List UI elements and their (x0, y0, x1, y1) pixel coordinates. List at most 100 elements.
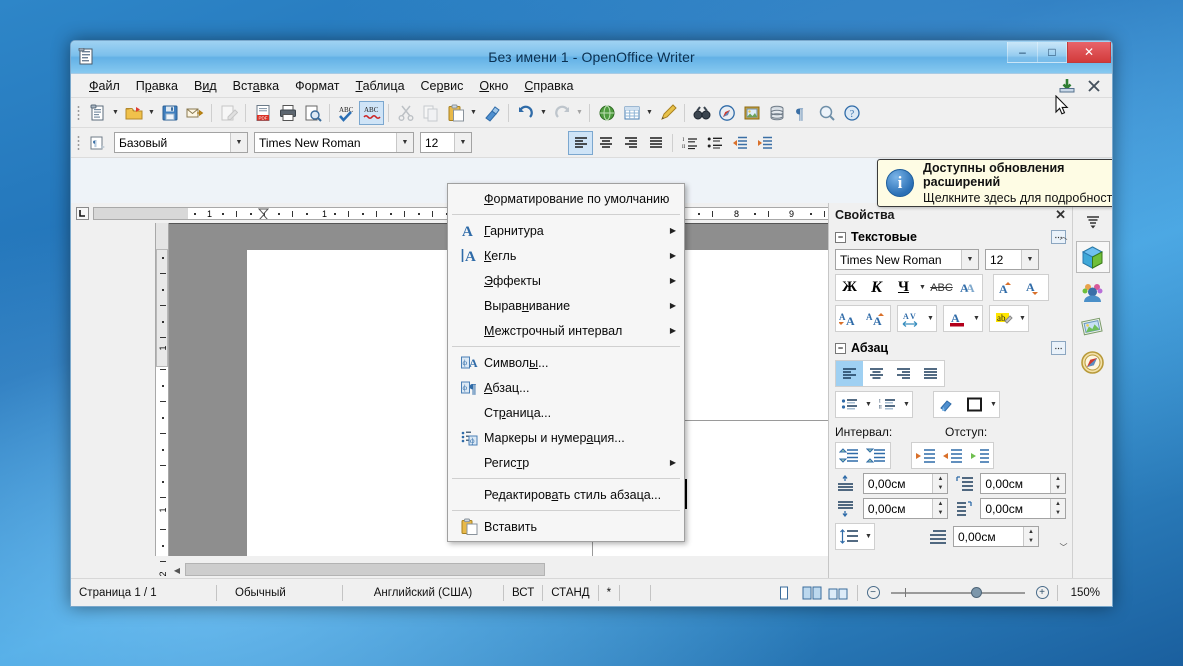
context-menu-item-paragraph[interactable]: ф ¶ Абзац... (448, 375, 684, 400)
edit-file-icon[interactable] (216, 101, 241, 125)
sidebar-section-character-header[interactable]: − Текстовые ⋯ (829, 227, 1072, 247)
spinner-buttons[interactable]: ▲ ▼ (1023, 527, 1038, 546)
book-view-icon[interactable] (825, 584, 851, 602)
first-line-indent-spinner[interactable]: 0,00см ▲ ▼ (953, 526, 1039, 547)
increase-indent-icon[interactable] (912, 443, 939, 468)
insert-table-icon[interactable] (619, 101, 644, 125)
menu-tools[interactable]: Сервис (413, 76, 472, 96)
align-right-icon[interactable] (618, 131, 643, 155)
menu-table[interactable]: Таблица (348, 76, 413, 96)
redo-dropdown-icon[interactable]: ▼ (574, 101, 585, 125)
menu-window[interactable]: Окно (471, 76, 516, 96)
decrease-indent-icon[interactable] (727, 131, 752, 155)
ordered-list-dropdown-icon[interactable]: ▼ (901, 392, 912, 417)
update-download-icon[interactable] (1054, 74, 1079, 98)
properties-deck-icon[interactable] (1075, 241, 1110, 273)
indent-marker[interactable] (258, 208, 269, 219)
status-language[interactable]: Английский (США) (343, 584, 503, 602)
context-menu-item-paste[interactable]: Вставить (448, 514, 684, 539)
paragraph-border-icon[interactable] (961, 392, 988, 417)
apply-style-icon[interactable]: ¶ (85, 131, 110, 155)
font-color-dropdown-icon[interactable]: ▼ (971, 306, 982, 331)
new-document-icon[interactable] (85, 101, 110, 125)
decrease-paragraph-spacing-icon[interactable] (863, 443, 890, 468)
highlighting-color-icon[interactable]: ab (990, 306, 1017, 331)
context-menu-item-effects[interactable]: Эффекты ▶ (448, 268, 684, 293)
zoom-slider-thumb[interactable] (970, 587, 982, 598)
email-document-icon[interactable] (182, 101, 207, 125)
indent-before-text-spinner[interactable]: 0,00см ▲ ▼ (980, 473, 1066, 494)
undo-dropdown-icon[interactable]: ▼ (538, 101, 549, 125)
print-icon[interactable] (275, 101, 300, 125)
export-pdf-icon[interactable]: PDF (250, 101, 275, 125)
zoom-in-icon[interactable]: + (1033, 584, 1052, 602)
single-page-view-icon[interactable] (769, 584, 799, 602)
line-spacing-icon[interactable] (836, 524, 863, 549)
sidebar-font-name-combobox[interactable]: Times New Roman ▼ (835, 249, 979, 270)
spacing-below-spinner[interactable]: 0,00см ▲ ▼ (862, 498, 949, 519)
underline-icon[interactable]: Ч (890, 275, 917, 300)
spinner-down-icon[interactable]: ▼ (1024, 536, 1038, 546)
unordered-list-icon[interactable] (702, 131, 727, 155)
subscript-icon[interactable]: A (1021, 275, 1048, 300)
menu-help[interactable]: Справка (516, 76, 581, 96)
spinner-down-icon[interactable]: ▼ (933, 508, 948, 518)
minimize-button[interactable]: – (1007, 42, 1037, 63)
menu-insert[interactable]: Вставка (225, 76, 287, 96)
align-left-icon[interactable] (568, 130, 593, 155)
multi-page-view-icon[interactable] (799, 584, 825, 602)
context-menu-item-case[interactable]: Регистр ▶ (448, 450, 684, 475)
highlighting-color-dropdown-icon[interactable]: ▼ (1017, 306, 1028, 331)
align-right-icon[interactable] (890, 361, 917, 386)
menu-file[interactable]: Файл (81, 76, 128, 96)
strikethrough-icon[interactable]: ABC (928, 275, 955, 300)
open-folder-dropdown-icon[interactable]: ▼ (146, 101, 157, 125)
close-document-icon[interactable] (1081, 74, 1106, 98)
scroll-left-icon[interactable]: ◀ (169, 562, 185, 578)
horizontal-scroll-thumb[interactable] (185, 563, 545, 576)
align-left-icon[interactable] (836, 361, 863, 386)
context-menu-item-default-formatting[interactable]: Форматирование по умолчанию (448, 186, 684, 211)
shadow-icon[interactable]: AA (955, 275, 982, 300)
ordered-list-icon[interactable]: I II (677, 131, 702, 155)
copy-icon[interactable] (418, 101, 443, 125)
collapse-icon[interactable]: − (835, 342, 846, 354)
redo-icon[interactable] (549, 101, 574, 125)
data-sources-icon[interactable] (764, 101, 789, 125)
zoom-slider[interactable] (883, 586, 1033, 600)
close-icon[interactable]: ✕ (1055, 207, 1066, 223)
help-icon[interactable]: ? (839, 101, 864, 125)
context-menu-item-font-name[interactable]: A Гарнитура ▶ (448, 218, 684, 243)
gallery-icon[interactable] (739, 101, 764, 125)
increase-paragraph-spacing-icon[interactable] (836, 443, 863, 468)
chevron-up-icon[interactable]: ︿ (1057, 229, 1070, 243)
hanging-indent-icon[interactable] (966, 443, 993, 468)
chevron-down-icon[interactable]: ▼ (230, 133, 247, 152)
chevron-down-icon[interactable]: ▼ (396, 133, 413, 152)
paragraph-style-combobox[interactable]: Базовый ▼ (114, 132, 248, 153)
clone-formatting-icon[interactable] (479, 101, 504, 125)
status-insert-mode[interactable]: ВСТ (504, 584, 542, 602)
superscript-icon[interactable]: A (994, 275, 1021, 300)
status-page-style[interactable]: Обычный (217, 584, 342, 602)
decrease-font-size-icon[interactable]: AA (863, 306, 890, 331)
context-menu-item-character[interactable]: фA Символы... (448, 350, 684, 375)
sidebar-font-size-combobox[interactable]: 12 ▼ (985, 249, 1039, 270)
context-menu-item-alignment[interactable]: Выравнивание ▶ (448, 293, 684, 318)
autospellcheck-icon[interactable]: ABC (359, 100, 384, 125)
decrease-indent-icon[interactable] (939, 443, 966, 468)
indent-after-text-spinner[interactable]: 0,00см ▲ ▼ (980, 498, 1066, 519)
spinner-up-icon[interactable]: ▲ (1024, 527, 1038, 537)
formatting-marks-icon[interactable]: ¶ (789, 101, 814, 125)
sidebar-settings-icon[interactable] (1076, 206, 1110, 238)
context-menu-item-edit-paragraph-style[interactable]: Редактировать стиль абзаца... (448, 482, 684, 507)
increase-font-size-icon[interactable]: AA (836, 306, 863, 331)
align-justified-icon[interactable] (643, 131, 668, 155)
bold-icon[interactable]: Ж (836, 275, 863, 300)
sidebar-scrollbar[interactable]: ︿ ﹀ (1057, 229, 1070, 554)
status-selection-mode[interactable]: СТАНД (543, 584, 597, 602)
menu-format[interactable]: Формат (287, 76, 347, 96)
zoom-out-icon[interactable]: − (864, 584, 883, 602)
toolbar-grip[interactable] (75, 103, 82, 122)
spelling-check-icon[interactable]: ABC (334, 101, 359, 125)
